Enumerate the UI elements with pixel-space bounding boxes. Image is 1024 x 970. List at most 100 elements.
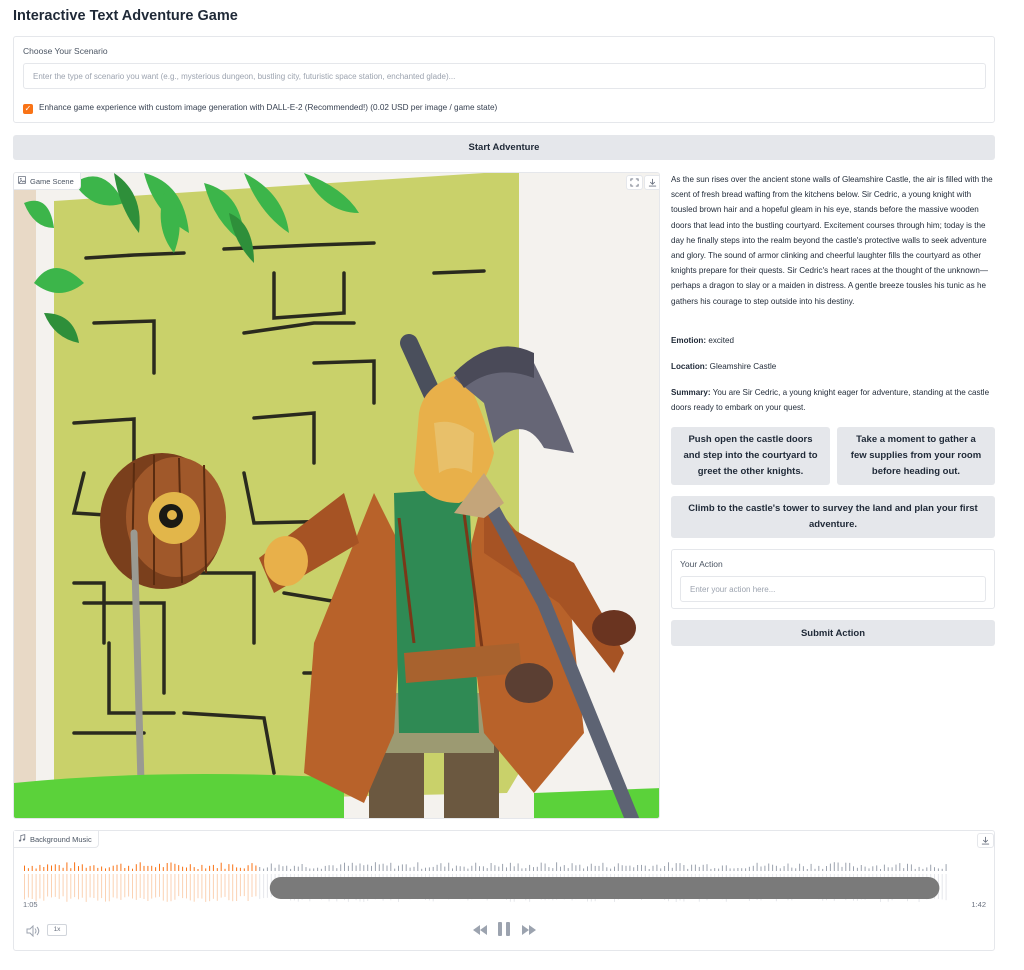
waveform-bar [864, 866, 866, 871]
waveform-bar [872, 866, 874, 871]
waveform-bar [907, 863, 908, 871]
waveform-reflection [263, 874, 265, 899]
waveform-bar [849, 862, 851, 871]
waveform-reflection [85, 874, 87, 902]
waveform-bar [621, 865, 623, 871]
waveform-bar [806, 869, 808, 871]
scenario-input[interactable] [23, 63, 986, 89]
waveform-bar [934, 867, 935, 871]
waveform-reflection [132, 874, 133, 899]
waveform-bar [116, 864, 118, 871]
waveform-reflection [166, 874, 168, 902]
music-icon [18, 834, 26, 844]
waveform-bar [876, 865, 878, 871]
waveform-bar [548, 867, 550, 871]
waveform-bar [887, 867, 889, 871]
waveform-bar [70, 868, 72, 871]
waveform-reflection [39, 874, 41, 899]
audio-download-icon[interactable] [977, 833, 994, 848]
waveform-bar [274, 867, 276, 871]
waveform-bar [197, 869, 199, 871]
waveform-bar [610, 868, 612, 871]
waveform-bar [432, 866, 434, 871]
waveform-bar [193, 867, 195, 871]
start-adventure-button[interactable]: Start Adventure [13, 135, 995, 160]
playback-speed-button[interactable]: 1x [47, 924, 67, 936]
waveform-bar [590, 863, 592, 871]
fast-forward-icon[interactable] [521, 923, 537, 941]
waveform-bar [251, 863, 253, 871]
waveform-bar [752, 865, 754, 871]
waveform-bar [741, 868, 743, 871]
waveform-reflection [186, 874, 187, 899]
waveform-bar [683, 865, 685, 871]
waveform-bar [895, 864, 897, 871]
waveform-bar [641, 864, 642, 871]
waveform-bar [124, 868, 126, 871]
waveform-bar [147, 865, 149, 871]
waveform-reflection [197, 874, 199, 899]
waveform-bar [891, 867, 893, 871]
waveform-reflection [251, 874, 253, 897]
waveform-bar [606, 867, 608, 871]
waveform-bar [575, 865, 577, 871]
waveform-bar [787, 863, 789, 871]
waveform-bar [737, 868, 739, 871]
waveform-reflection [108, 874, 110, 902]
waveform-bar [398, 865, 399, 871]
waveform-bar [444, 866, 446, 871]
image-icon [18, 176, 26, 186]
waveform-bar [860, 865, 862, 871]
action-panel: Your Action [671, 549, 995, 609]
dalle-checkbox[interactable]: ✓ [23, 104, 33, 114]
submit-action-button[interactable]: Submit Action [671, 620, 995, 646]
waveform-bar [513, 866, 515, 871]
pause-icon[interactable] [497, 921, 511, 942]
waveform[interactable] [22, 853, 986, 917]
waveform-bar [247, 865, 249, 871]
scene-download-icon[interactable] [644, 175, 659, 190]
waveform-bar [97, 867, 99, 871]
waveform-bar [525, 868, 527, 871]
waveform-bar [679, 863, 681, 871]
waveform-bar [829, 863, 831, 871]
waveform-bar [151, 865, 153, 871]
waveform-bar [687, 868, 689, 871]
waveform-bar [664, 866, 666, 871]
waveform-bar [945, 864, 947, 871]
waveform-bar [529, 864, 531, 871]
choice-button-2[interactable]: Take a moment to gather a few supplies f… [837, 427, 995, 485]
waveform-bar [66, 862, 68, 871]
waveform-bar [81, 864, 83, 871]
waveform-bar [259, 867, 261, 871]
waveform-bar [818, 865, 820, 871]
volume-icon[interactable] [26, 924, 40, 942]
waveform-reflection [239, 874, 241, 897]
waveform-bar [853, 866, 854, 871]
waveform-reflection [116, 874, 118, 899]
waveform-bar [675, 863, 677, 871]
waveform-bar [128, 865, 130, 871]
waveform-bar [617, 863, 619, 871]
choice-button-1[interactable]: Push open the castle doors and step into… [671, 427, 830, 485]
waveform-bar [313, 868, 315, 871]
rewind-icon[interactable] [472, 923, 488, 941]
waveform-bar [563, 865, 565, 871]
waveform-bar [266, 867, 268, 871]
waveform-reflection [101, 874, 103, 899]
waveform-bar [320, 868, 322, 871]
waveform-bar [166, 863, 168, 871]
fullscreen-icon[interactable] [626, 175, 643, 190]
waveform-bar [745, 868, 747, 871]
waveform-bar [475, 862, 477, 871]
dalle-checkbox-label: Enhance game experience with custom imag… [39, 103, 498, 112]
waveform-bar [814, 868, 816, 871]
waveform-bar [845, 862, 847, 871]
waveform-bar [710, 868, 712, 871]
action-input[interactable] [680, 576, 986, 602]
choice-button-3[interactable]: Climb to the castle's tower to survey th… [671, 496, 995, 538]
waveform-bar [344, 862, 345, 871]
waveform-bar [694, 864, 696, 871]
waveform-bar [305, 867, 307, 871]
waveform-bar [155, 867, 157, 871]
